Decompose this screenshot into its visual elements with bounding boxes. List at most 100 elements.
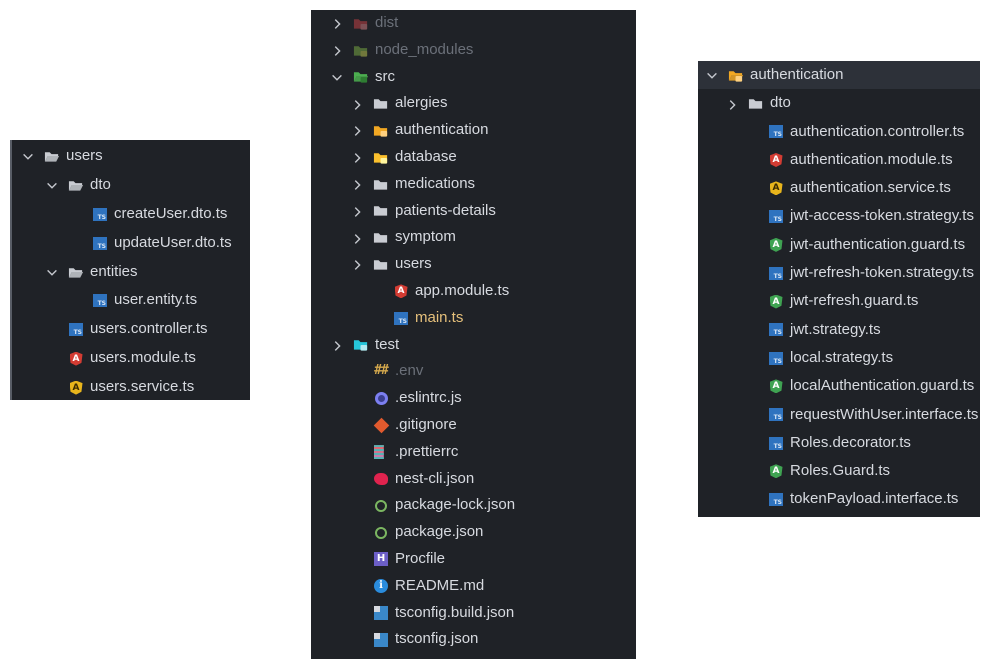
chevron-right-icon[interactable] xyxy=(349,251,365,278)
tree-item[interactable]: Ajwt-refresh.guard.ts xyxy=(698,287,980,315)
chevron-right-icon[interactable] xyxy=(329,10,345,37)
tree-item[interactable]: node_modules xyxy=(311,37,636,64)
tree-item-label: dto xyxy=(770,94,791,112)
tree-item[interactable]: package.json xyxy=(311,519,636,546)
tree-item[interactable]: H Procfile xyxy=(311,546,636,573)
chevron-right-icon[interactable] xyxy=(329,37,345,64)
tree-item[interactable]: jwt-refresh-token.strategy.ts xyxy=(698,259,980,287)
tree-item-label: users xyxy=(66,147,103,164)
tree-item[interactable]: authentication xyxy=(698,61,980,90)
tree-item-label: authentication xyxy=(750,66,844,83)
tree-item[interactable]: Aauthentication.module.ts xyxy=(698,146,980,174)
tree-item[interactable]: Ausers.module.ts xyxy=(12,344,250,373)
tree-item-label: README.md xyxy=(395,576,485,594)
chevron-right-icon[interactable] xyxy=(349,224,365,251)
tree-item[interactable]: .prettierrc xyxy=(311,439,636,466)
tree-item-label: authentication xyxy=(395,121,489,139)
chevron-right-icon[interactable] xyxy=(349,117,365,144)
typescript-file-icon xyxy=(92,286,108,315)
folder-open-icon xyxy=(44,142,60,171)
chevron-down-icon[interactable] xyxy=(329,64,345,91)
typescript-file-icon xyxy=(768,401,784,429)
tree-item[interactable]: medications xyxy=(311,171,636,198)
angular-guard-icon: A xyxy=(768,231,784,259)
auth-folder-open-icon xyxy=(728,61,744,89)
tree-item-label: .prettierrc xyxy=(395,442,459,460)
chevron-right-icon[interactable] xyxy=(349,198,365,225)
tree-item-label: patients-details xyxy=(395,201,496,219)
tree-item[interactable]: Ausers.service.ts xyxy=(12,373,250,402)
tree-item[interactable]: .eslintrc.js xyxy=(311,385,636,412)
chevron-right-icon[interactable] xyxy=(724,89,740,117)
tree-item[interactable]: dist xyxy=(311,10,636,37)
tree-item[interactable]: patients-details xyxy=(311,198,636,225)
env-file-icon: ## xyxy=(374,363,389,379)
angular-guard-icon: A xyxy=(768,287,784,315)
tree-item[interactable]: users xyxy=(311,251,636,278)
tree-item-label: medications xyxy=(395,174,476,192)
tree-item[interactable]: test xyxy=(311,332,636,359)
tree-item[interactable]: src xyxy=(311,64,636,91)
folder-icon xyxy=(373,251,389,278)
tree-item-label: users.service.ts xyxy=(90,378,195,396)
tree-item[interactable]: alergies xyxy=(311,90,636,117)
tree-item[interactable]: users.controller.ts xyxy=(12,315,250,344)
tree-item[interactable]: package-lock.json xyxy=(311,492,636,519)
angular-module-icon: A xyxy=(768,146,784,174)
tree-item[interactable]: .gitignore xyxy=(311,412,636,439)
eslint-icon xyxy=(373,385,389,412)
tree-item-label: jwt-refresh.guard.ts xyxy=(790,292,919,310)
tree-item-label: symptom xyxy=(395,228,456,246)
tree-item[interactable]: authentication.controller.ts xyxy=(698,118,980,146)
chevron-down-icon[interactable] xyxy=(44,258,60,287)
tree-item[interactable]: local.strategy.ts xyxy=(698,344,980,372)
tree-item[interactable]: jwt-access-token.strategy.ts xyxy=(698,202,980,230)
tree-item-label: database xyxy=(395,147,457,165)
tree-item[interactable]: dto xyxy=(698,89,980,117)
tree-item[interactable]: Aauthentication.service.ts xyxy=(698,174,980,202)
tree-item[interactable]: dto xyxy=(12,171,250,200)
chevron-right-icon[interactable] xyxy=(349,90,365,117)
tree-item[interactable]: entities xyxy=(12,258,250,287)
chevron-right-icon[interactable] xyxy=(349,171,365,198)
tree-item[interactable]: user.entity.ts xyxy=(12,286,250,315)
chevron-right-icon[interactable] xyxy=(329,332,345,359)
tree-item-label: createUser.dto.ts xyxy=(114,204,228,222)
tree-item[interactable]: tokenPayload.interface.ts xyxy=(698,485,980,513)
database-folder-icon xyxy=(373,144,389,171)
tree-item[interactable]: updateUser.dto.ts xyxy=(12,229,250,258)
tree-item[interactable]: main.ts xyxy=(311,305,636,332)
tree-item[interactable]: Aapp.module.ts xyxy=(311,278,636,305)
tree-item[interactable]: Roles.decorator.ts xyxy=(698,429,980,457)
tree-item-label: nest-cli.json xyxy=(395,469,475,487)
tree-item[interactable]: jwt.strategy.ts xyxy=(698,316,980,344)
folder-icon xyxy=(373,198,389,225)
tree-item[interactable]: A Roles.Guard.ts xyxy=(698,457,980,485)
tree-item-label: tsconfig.json xyxy=(395,630,479,648)
typescript-file-icon xyxy=(768,485,784,513)
nestjs-icon xyxy=(373,466,389,493)
typescript-file-icon xyxy=(768,202,784,230)
typescript-file-icon xyxy=(393,305,409,332)
chevron-down-icon[interactable] xyxy=(44,171,60,200)
tree-item[interactable]: tsconfig.build.json xyxy=(311,600,636,627)
tree-item-label: authentication.module.ts xyxy=(790,150,953,168)
tree-item[interactable]: symptom xyxy=(311,224,636,251)
tree-item[interactable]: i README.md xyxy=(311,573,636,600)
tree-item[interactable]: createUser.dto.ts xyxy=(12,200,250,229)
tree-item[interactable]: ## .env xyxy=(311,358,636,385)
tree-item[interactable]: authentication xyxy=(311,117,636,144)
tree-item-label: app.module.ts xyxy=(415,281,510,299)
tree-item[interactable]: users xyxy=(12,142,250,171)
tree-item[interactable]: AlocalAuthentication.guard.ts xyxy=(698,372,980,400)
chevron-down-icon[interactable] xyxy=(704,61,720,89)
tree-item[interactable]: tsconfig.json xyxy=(311,626,636,653)
folder-open-icon xyxy=(68,171,84,200)
tree-item[interactable]: nest-cli.json xyxy=(311,466,636,493)
tree-item[interactable]: database xyxy=(311,144,636,171)
chevron-down-icon[interactable] xyxy=(20,142,36,171)
tree-item[interactable]: Ajwt-authentication.guard.ts xyxy=(698,231,980,259)
tree-item[interactable]: requestWithUser.interface.ts xyxy=(698,401,980,429)
chevron-right-icon[interactable] xyxy=(349,144,365,171)
folder-icon xyxy=(373,171,389,198)
